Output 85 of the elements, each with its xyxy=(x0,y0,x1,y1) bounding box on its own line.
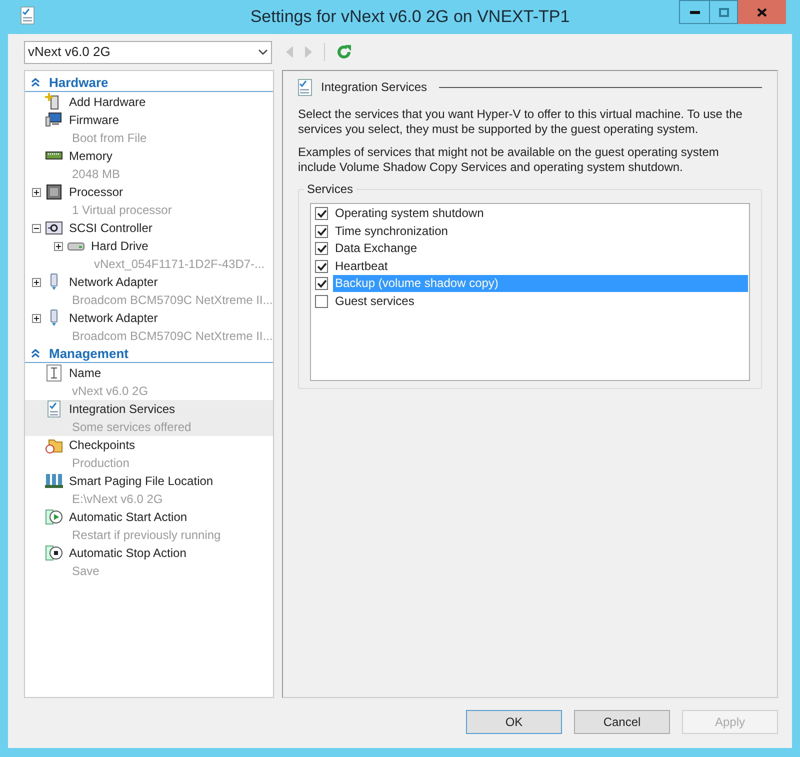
item-label: Automatic Start Action xyxy=(69,509,188,526)
section-header: Management xyxy=(49,344,128,363)
settings-item[interactable]: Network Adapter Broadcom BCM5709C NetXtreme II... xyxy=(25,273,273,309)
settings-item[interactable]: Checkpoints Production xyxy=(25,436,273,472)
settings-icon[interactable] xyxy=(18,6,36,26)
item-detail: Production xyxy=(71,455,130,472)
item-label: Network Adapter xyxy=(69,310,158,327)
service-item[interactable]: Time synchronization xyxy=(333,222,748,240)
item-detail: 2048 MB xyxy=(71,166,122,183)
play-icon xyxy=(45,508,63,526)
checkbox[interactable] xyxy=(315,207,328,220)
item-label: Processor xyxy=(69,184,124,201)
item-label: Hard Drive xyxy=(91,238,148,255)
service-item[interactable]: Heartbeat xyxy=(333,258,748,275)
item-detail: 1 Virtual processor xyxy=(71,202,173,219)
dialog-button[interactable]: OK xyxy=(466,710,562,734)
settings-item[interactable]: SCSI Controller xyxy=(25,219,273,237)
collapse-icon[interactable] xyxy=(30,222,42,234)
checkbox[interactable] xyxy=(315,294,328,308)
settings-item[interactable]: Integration Services Some services offered xyxy=(25,400,273,436)
section-header: Hardware xyxy=(49,74,108,92)
dialog-button[interactable]: Cancel xyxy=(574,710,670,734)
monitor-icon xyxy=(45,111,63,129)
settings-item[interactable]: Name vNext v6.0 2G xyxy=(25,364,273,400)
item-detail: Broadcom BCM5709C NetXtreme II... xyxy=(71,328,273,345)
item-label: Memory xyxy=(69,148,112,165)
settings-item[interactable]: Automatic Stop Action Save xyxy=(25,544,273,580)
item-detail: Boot from File xyxy=(71,130,148,147)
item-detail: vNext_054F1171-1D2F-43D7-... xyxy=(93,256,266,273)
item-label: Network Adapter xyxy=(69,274,158,291)
item-detail: Some services offered xyxy=(71,419,192,436)
settings-item[interactable]: Smart Paging File Location E:\vNext v6.0 2G xyxy=(25,472,273,508)
item-detail: Broadcom BCM5709C NetXtreme II... xyxy=(71,292,273,309)
service-item[interactable]: Guest services xyxy=(333,292,748,310)
item-label: Add Hardware xyxy=(69,94,146,111)
collapse-section-icon[interactable] xyxy=(29,78,41,87)
text-cursor-icon xyxy=(45,364,63,382)
description-text: Select the services that you want Hyper-V to offer to this virtual machine. To use the services you select, they must be supported by the guest operating system. xyxy=(298,107,744,137)
service-item[interactable]: Data Exchange xyxy=(333,240,748,258)
checklist-icon xyxy=(298,78,312,96)
expand-icon[interactable] xyxy=(30,276,42,288)
paging-file-icon xyxy=(45,472,63,490)
window-title: Settings for vNext v6.0 2G on VNEXT-TP1 xyxy=(249,6,570,28)
maximize-icon xyxy=(718,8,728,16)
service-item[interactable]: Operating system shutdown xyxy=(333,205,748,222)
refresh-icon[interactable] xyxy=(335,43,353,61)
minimize-button[interactable] xyxy=(679,0,710,24)
close-button[interactable] xyxy=(738,0,786,24)
settings-item[interactable]: Memory 2048 MB xyxy=(25,147,273,183)
item-label: Checkpoints xyxy=(69,437,136,454)
checkbox[interactable] xyxy=(315,224,328,238)
expand-icon[interactable] xyxy=(52,240,64,252)
settings-item[interactable]: Network Adapter Broadcom BCM5709C NetXtreme II... xyxy=(25,309,273,345)
item-label: Name xyxy=(69,365,102,382)
section-title: Integration Services xyxy=(321,79,428,96)
item-detail: Save xyxy=(71,563,100,580)
settings-item[interactable]: Firmware Boot from File xyxy=(25,111,273,147)
item-detail: vNext v6.0 2G xyxy=(71,383,150,400)
stop-icon xyxy=(45,544,63,562)
collapse-section-icon[interactable] xyxy=(29,349,41,358)
item-detail: E:\vNext v6.0 2G xyxy=(71,491,164,508)
chip-icon xyxy=(45,183,63,201)
expand-icon[interactable] xyxy=(30,186,42,198)
minimize-icon xyxy=(690,10,700,14)
dropdown-value: vNext v6.0 2G xyxy=(28,43,110,62)
item-label: Firmware xyxy=(69,112,119,129)
controller-icon xyxy=(45,219,63,237)
item-label: Automatic Stop Action xyxy=(69,545,186,562)
settings-item[interactable]: Hard Drive vNext_054F1171-1D2F-43D7-... xyxy=(25,237,273,273)
item-label: Smart Paging File Location xyxy=(69,473,214,490)
checkbox[interactable] xyxy=(315,260,328,273)
checkbox[interactable] xyxy=(315,277,328,290)
item-detail: Restart if previously running xyxy=(71,527,222,544)
item-label: Integration Services xyxy=(69,401,176,418)
vm-dropdown[interactable]: vNext v6.0 2G xyxy=(24,40,272,64)
settings-item[interactable]: Automatic Start Action Restart if previously running xyxy=(25,508,273,544)
checklist-icon xyxy=(45,400,63,418)
item-label: SCSI Controller xyxy=(69,220,152,237)
close-icon xyxy=(757,8,767,16)
checkbox[interactable] xyxy=(315,242,328,256)
expand-icon[interactable] xyxy=(30,312,42,324)
settings-item[interactable]: Add Hardware xyxy=(25,93,273,111)
chevron-down-icon xyxy=(258,49,268,55)
description-text: Examples of services that might not be available on the guest operating system include Volume Shadow Copy Services and operating system shutdown. xyxy=(298,145,720,175)
settings-item[interactable]: Processor 1 Virtual processor xyxy=(25,183,273,219)
